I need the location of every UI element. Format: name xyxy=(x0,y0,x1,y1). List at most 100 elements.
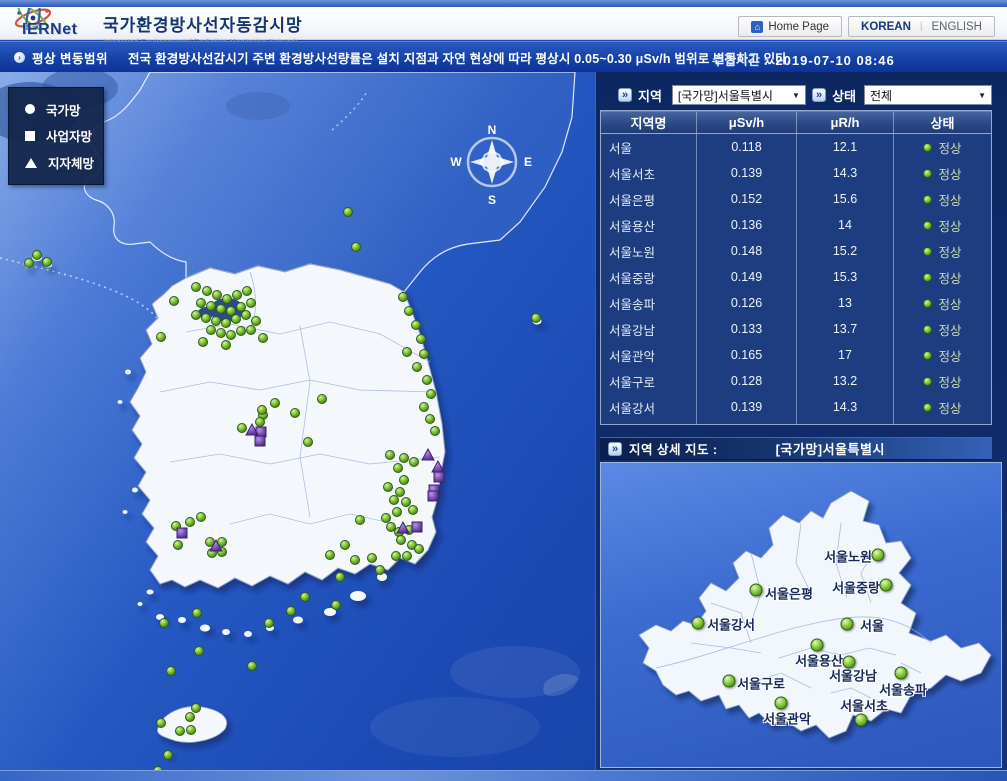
national-station-marker[interactable] xyxy=(256,418,265,427)
national-station-marker[interactable] xyxy=(237,303,246,312)
national-station-marker[interactable] xyxy=(341,541,350,550)
national-station-marker[interactable] xyxy=(33,251,42,260)
national-station-marker[interactable] xyxy=(400,476,409,485)
national-station-marker[interactable] xyxy=(202,314,211,323)
national-station-marker[interactable] xyxy=(247,299,256,308)
national-station-marker[interactable] xyxy=(187,726,196,735)
national-station-marker[interactable] xyxy=(427,390,436,399)
table-row[interactable]: 서울용산0.13614정상 xyxy=(601,212,991,238)
national-station-marker[interactable] xyxy=(258,406,267,415)
national-station-marker[interactable] xyxy=(227,331,236,340)
national-station-marker[interactable] xyxy=(402,498,411,507)
national-station-marker[interactable] xyxy=(193,609,202,618)
national-station-marker[interactable] xyxy=(344,208,353,217)
table-row[interactable]: 서울송파0.12613정상 xyxy=(601,290,991,316)
national-station-marker[interactable] xyxy=(217,329,226,338)
national-station-marker[interactable] xyxy=(222,319,231,328)
seoul-station-marker[interactable] xyxy=(750,584,763,597)
seoul-station-marker[interactable] xyxy=(775,697,788,710)
legend-item-national[interactable]: 국가망 xyxy=(25,100,103,119)
national-station-marker[interactable] xyxy=(195,647,204,656)
national-station-marker[interactable] xyxy=(248,662,257,671)
national-station-marker[interactable] xyxy=(420,350,429,359)
national-station-marker[interactable] xyxy=(403,348,412,357)
operator-station-marker[interactable] xyxy=(434,472,444,482)
national-station-marker[interactable] xyxy=(157,719,166,728)
legend-item-operator[interactable]: 사업자망 xyxy=(25,126,103,145)
national-station-marker[interactable] xyxy=(291,409,300,418)
seoul-station-marker[interactable] xyxy=(880,579,893,592)
national-station-marker[interactable] xyxy=(356,516,365,525)
national-station-marker[interactable] xyxy=(318,395,327,404)
national-station-marker[interactable] xyxy=(394,464,403,473)
national-station-marker[interactable] xyxy=(237,327,246,336)
national-station-marker[interactable] xyxy=(415,545,424,554)
table-row[interactable]: 서울은평0.15215.6정상 xyxy=(601,186,991,212)
national-station-marker[interactable] xyxy=(412,321,421,330)
national-station-marker[interactable] xyxy=(400,454,409,463)
seoul-station-marker[interactable] xyxy=(841,618,854,631)
national-station-marker[interactable] xyxy=(25,259,34,268)
national-station-marker[interactable] xyxy=(174,541,183,550)
national-station-marker[interactable] xyxy=(199,338,208,347)
national-station-marker[interactable] xyxy=(423,376,432,385)
national-station-marker[interactable] xyxy=(160,619,169,628)
national-station-marker[interactable] xyxy=(232,315,241,324)
operator-station-marker[interactable] xyxy=(412,522,422,532)
national-station-marker[interactable] xyxy=(301,593,310,602)
national-station-marker[interactable] xyxy=(351,556,360,565)
table-row[interactable]: 서울0.11812.1정상 xyxy=(601,134,991,160)
national-station-marker[interactable] xyxy=(397,536,406,545)
national-station-marker[interactable] xyxy=(233,291,242,300)
seoul-station-marker[interactable] xyxy=(692,617,705,630)
table-row[interactable]: 서울강남0.13313.7정상 xyxy=(601,316,991,342)
national-station-marker[interactable] xyxy=(176,727,185,736)
national-station-marker[interactable] xyxy=(265,619,274,628)
legend-item-local[interactable]: 지자체망 xyxy=(25,153,103,172)
national-station-marker[interactable] xyxy=(387,523,396,532)
table-row[interactable]: 서울구로0.12813.2정상 xyxy=(601,368,991,394)
national-station-marker[interactable] xyxy=(207,302,216,311)
table-row[interactable]: 서울강서0.13914.3정상 xyxy=(601,394,991,420)
national-station-marker[interactable] xyxy=(243,287,252,296)
national-station-marker[interactable] xyxy=(326,551,335,560)
national-station-marker[interactable] xyxy=(222,341,231,350)
national-station-marker[interactable] xyxy=(431,427,440,436)
national-station-marker[interactable] xyxy=(426,415,435,424)
seoul-station-marker[interactable] xyxy=(723,675,736,688)
national-station-marker[interactable] xyxy=(192,283,201,292)
national-station-marker[interactable] xyxy=(417,335,426,344)
operator-station-marker[interactable] xyxy=(255,436,265,446)
national-station-marker[interactable] xyxy=(197,513,206,522)
seoul-station-marker[interactable] xyxy=(843,656,856,669)
national-station-marker[interactable] xyxy=(392,552,401,561)
national-station-marker[interactable] xyxy=(368,554,377,563)
national-station-marker[interactable] xyxy=(410,458,419,467)
korean-button[interactable]: KOREAN xyxy=(861,21,911,33)
national-station-marker[interactable] xyxy=(393,508,402,517)
national-station-marker[interactable] xyxy=(532,314,541,323)
national-station-marker[interactable] xyxy=(384,483,393,492)
national-station-marker[interactable] xyxy=(386,451,395,460)
status-select[interactable]: 전체 ▼ xyxy=(864,85,992,105)
national-station-marker[interactable] xyxy=(213,291,222,300)
national-station-marker[interactable] xyxy=(403,552,412,561)
national-station-marker[interactable] xyxy=(203,287,212,296)
national-station-marker[interactable] xyxy=(192,704,201,713)
national-station-marker[interactable] xyxy=(405,307,414,316)
national-station-marker[interactable] xyxy=(157,333,166,342)
seoul-station-marker[interactable] xyxy=(811,639,824,652)
national-station-marker[interactable] xyxy=(336,573,345,582)
region-select[interactable]: [국가망]서울특별시 ▼ xyxy=(672,85,806,105)
seoul-station-marker[interactable] xyxy=(895,667,908,680)
language-switch[interactable]: KOREAN | ENGLISH xyxy=(848,16,995,37)
national-station-marker[interactable] xyxy=(186,713,195,722)
national-station-marker[interactable] xyxy=(207,326,216,335)
national-station-marker[interactable] xyxy=(271,399,280,408)
national-station-marker[interactable] xyxy=(420,403,429,412)
seoul-station-marker[interactable] xyxy=(872,549,885,562)
national-station-marker[interactable] xyxy=(212,317,221,326)
national-station-marker[interactable] xyxy=(227,307,236,316)
national-station-marker[interactable] xyxy=(413,363,422,372)
national-station-marker[interactable] xyxy=(376,566,385,575)
